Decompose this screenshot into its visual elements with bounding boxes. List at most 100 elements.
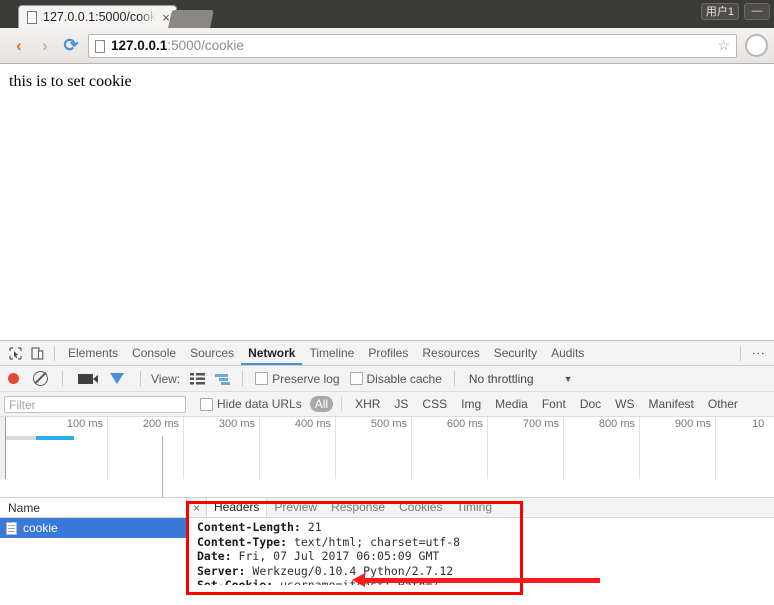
network-panel-body: Name cookie × Headers Preview Response C…	[0, 498, 774, 585]
tab-sources[interactable]: Sources	[183, 341, 241, 365]
star-icon[interactable]: ☆	[717, 37, 730, 54]
header-name: Server:	[197, 563, 246, 578]
request-list: Name cookie	[0, 498, 187, 585]
header-value: username=itcast; Path=/	[273, 578, 439, 585]
dom-content-loaded-line	[162, 436, 163, 497]
throttling-dropdown[interactable]: No throttling ▼	[469, 372, 573, 386]
tab-strip: 127.0.0.1:5000/cook ×	[0, 0, 701, 28]
timeline-tick: 900 ms	[640, 417, 716, 479]
reload-icon[interactable]: ⟳	[58, 33, 84, 59]
column-header-name[interactable]: Name	[0, 498, 186, 518]
tab-response[interactable]: Response	[324, 498, 392, 517]
filter-type-ws[interactable]: WS	[610, 396, 639, 412]
checkbox-box[interactable]	[200, 397, 213, 411]
tab-resources[interactable]: Resources	[415, 341, 486, 365]
timeline-tick: 400 ms	[260, 417, 336, 479]
disable-cache-checkbox[interactable]: Disable cache	[349, 372, 442, 386]
filter-type-media[interactable]: Media	[490, 396, 533, 412]
tab-title: 127.0.0.1:5000/cook	[43, 10, 157, 24]
filter-type-font[interactable]: Font	[537, 396, 571, 412]
window-controls: 用户1 —	[700, 0, 774, 28]
tab-timing[interactable]: Timing	[449, 498, 499, 517]
checkbox-box[interactable]	[255, 372, 269, 385]
chevron-down-icon: ▼	[563, 373, 573, 384]
request-name: cookie	[23, 521, 58, 535]
tab-audits[interactable]: Audits	[544, 341, 591, 365]
clear-icon[interactable]	[33, 371, 48, 386]
tab-cookies[interactable]: Cookies	[392, 498, 449, 517]
new-tab-button[interactable]	[167, 10, 214, 28]
divider	[453, 371, 455, 386]
header-value: 21	[300, 520, 322, 534]
page-info-icon[interactable]	[95, 39, 105, 53]
filter-input[interactable]: Filter	[4, 395, 186, 413]
devtools-panel: Elements Console Sources Network Timelin…	[0, 341, 774, 585]
view-label: View:	[151, 371, 181, 386]
inspect-element-icon[interactable]	[4, 342, 26, 364]
timeline-tick: 10	[752, 418, 765, 430]
header-value: text/html; charset=utf-8	[287, 534, 461, 549]
response-headers-list: Content-Length: 21 Content-Type: text/ht…	[187, 518, 774, 585]
more-options-icon[interactable]: ⋮	[747, 347, 770, 360]
table-row[interactable]: cookie	[0, 518, 186, 538]
filter-type-js[interactable]: JS	[389, 396, 413, 412]
back-button[interactable]: ‹	[6, 33, 32, 59]
request-detail-pane: × Headers Preview Response Cookies Timin…	[187, 498, 774, 585]
divider	[341, 397, 343, 411]
filter-icon[interactable]	[110, 373, 124, 384]
devtools-toolbar-right: ⋮	[734, 345, 770, 361]
hide-data-urls-checkbox[interactable]: Hide data URLs	[200, 397, 302, 411]
header-row: Content-Type: text/html; charset=utf-8	[197, 535, 774, 550]
tab-security[interactable]: Security	[487, 341, 544, 365]
timeline-tick: 700 ms	[488, 417, 564, 479]
capture-screenshots-icon[interactable]	[78, 373, 98, 384]
browser-tab[interactable]: 127.0.0.1:5000/cook ×	[18, 5, 177, 28]
filter-type-manifest[interactable]: Manifest	[644, 396, 699, 412]
filter-type-img[interactable]: Img	[456, 396, 486, 412]
header-row: Date: Fri, 07 Jul 2017 06:05:09 GMT	[197, 549, 774, 564]
tab-headers[interactable]: Headers	[206, 498, 268, 517]
timeline-tick: 200 ms	[108, 417, 184, 479]
device-toolbar-icon[interactable]	[26, 342, 48, 364]
tab-profiles[interactable]: Profiles	[361, 341, 415, 365]
preserve-log-label: Preserve log	[272, 371, 340, 386]
avatar[interactable]	[745, 34, 768, 57]
header-value: Werkzeug/0.10.4 Python/2.7.12	[245, 563, 454, 578]
timeline-tick: 300 ms	[184, 417, 260, 479]
header-value: Fri, 07 Jul 2017 06:05:09 GMT	[231, 549, 440, 564]
tab-timeline[interactable]: Timeline	[302, 341, 361, 365]
network-overview-timeline[interactable]: 100 ms 200 ms 300 ms 400 ms 500 ms 600 m…	[0, 417, 774, 498]
checkbox-box[interactable]	[349, 372, 363, 385]
divider	[242, 371, 244, 386]
devtools-tabbar: Elements Console Sources Network Timelin…	[0, 341, 774, 366]
tab-elements[interactable]: Elements	[61, 341, 125, 365]
forward-button[interactable]: ›	[32, 33, 58, 59]
divider	[62, 371, 63, 386]
url-path: :5000/cookie	[167, 38, 244, 53]
filter-type-all[interactable]: All	[309, 396, 334, 412]
minimize-button[interactable]: —	[744, 2, 770, 20]
timeline-tick: 800 ms	[564, 417, 640, 479]
filter-type-doc[interactable]: Doc	[575, 396, 606, 412]
header-name: Content-Type:	[197, 534, 288, 549]
tab-network[interactable]: Network	[241, 341, 303, 365]
view-waterfall-icon[interactable]	[215, 373, 230, 385]
address-bar[interactable]: 127.0.0.1:5000/cookie ☆	[88, 33, 737, 58]
filter-type-other[interactable]: Other	[703, 396, 743, 412]
preserve-log-checkbox[interactable]: Preserve log	[255, 371, 340, 386]
record-button[interactable]	[8, 373, 19, 384]
user-profile-button[interactable]: 用户1	[700, 2, 739, 20]
filter-type-css[interactable]: CSS	[417, 396, 452, 412]
view-list-icon[interactable]	[190, 372, 206, 385]
request-download-segment	[36, 436, 74, 440]
browser-toolbar: ‹ › ⟳ 127.0.0.1:5000/cookie ☆	[0, 28, 774, 64]
header-row: Server: Werkzeug/0.10.4 Python/2.7.12	[197, 564, 774, 579]
page-viewport: this is to set cookie	[0, 64, 774, 341]
tab-preview[interactable]: Preview	[267, 498, 324, 517]
tab-console[interactable]: Console	[125, 341, 183, 365]
timeline-tick: 100 ms	[0, 417, 108, 479]
url-host: 127.0.0.1	[111, 38, 168, 53]
page-body-text: this is to set cookie	[9, 73, 132, 90]
filter-type-xhr[interactable]: XHR	[350, 396, 385, 412]
close-icon[interactable]: ×	[187, 502, 206, 514]
